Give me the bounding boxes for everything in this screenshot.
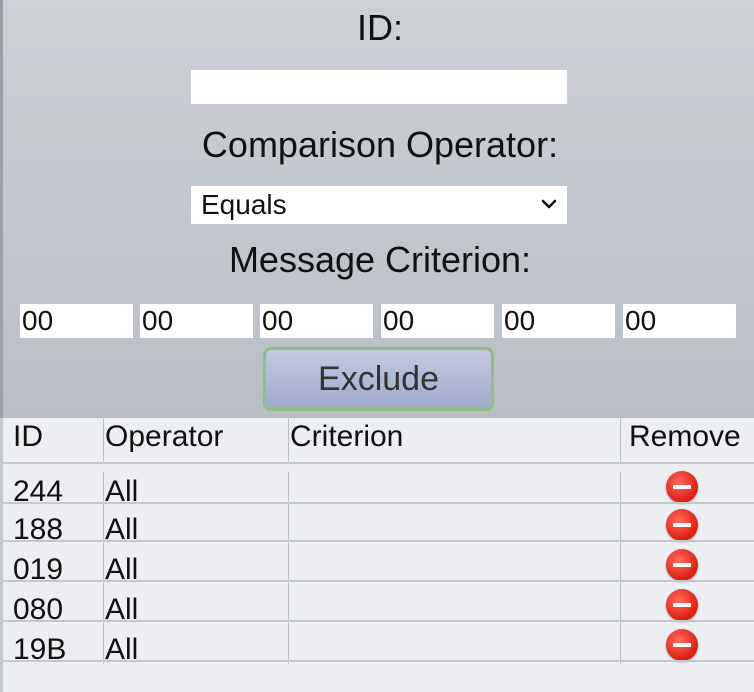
column-divider — [620, 418, 621, 462]
remove-icon[interactable] — [666, 509, 698, 541]
row-divider — [3, 620, 754, 622]
row-divider — [3, 660, 754, 662]
exclusion-table: ID Operator Criterion Remove 244 All 188… — [0, 418, 754, 692]
criterion-byte-6-input[interactable]: 00 — [623, 304, 736, 338]
criterion-byte-5-input[interactable]: 00 — [502, 304, 615, 338]
header-divider — [3, 462, 754, 464]
remove-icon[interactable] — [666, 471, 698, 503]
filter-form: ID: Comparison Operator: Equals Message … — [0, 0, 754, 418]
row-divider — [3, 580, 754, 582]
remove-icon[interactable] — [666, 589, 698, 621]
column-header-id: ID — [13, 420, 43, 453]
id-label: ID: — [356, 7, 403, 48]
id-input[interactable] — [191, 70, 567, 104]
criterion-byte-2-input[interactable]: 00 — [140, 304, 253, 338]
column-divider — [620, 472, 621, 664]
column-header-remove: Remove — [629, 420, 741, 453]
row-divider — [3, 540, 754, 542]
criterion-byte-3-input[interactable]: 00 — [260, 304, 373, 338]
column-divider — [103, 418, 104, 462]
column-divider — [103, 472, 104, 664]
exclude-button[interactable]: Exclude — [263, 347, 494, 411]
message-criterion-label: Message Criterion: — [228, 239, 532, 280]
comparison-operator-select[interactable]: Equals — [191, 186, 567, 224]
column-header-operator: Operator — [105, 420, 224, 453]
column-divider — [288, 418, 289, 462]
column-divider — [288, 472, 289, 664]
criterion-byte-1-input[interactable]: 00 — [20, 304, 133, 338]
chevron-down-icon — [541, 199, 557, 209]
row-divider — [3, 502, 754, 504]
remove-icon[interactable] — [666, 629, 698, 661]
remove-icon[interactable] — [666, 549, 698, 581]
criterion-byte-4-input[interactable]: 00 — [381, 304, 494, 338]
comparison-operator-label: Comparison Operator: — [201, 124, 559, 165]
column-header-criterion: Criterion — [290, 420, 404, 453]
comparison-operator-value: Equals — [201, 189, 287, 220]
